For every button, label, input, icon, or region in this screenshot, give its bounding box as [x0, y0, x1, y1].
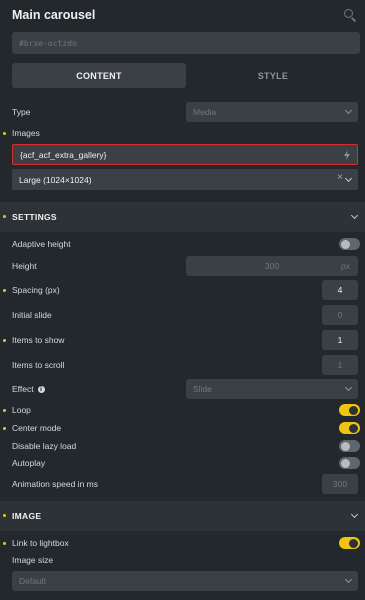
items-to-scroll-label: Items to scroll	[12, 360, 65, 370]
items-to-scroll-control: Items to scroll	[0, 355, 365, 375]
spacing-control: Spacing (px)	[0, 280, 365, 300]
type-value: Media	[193, 107, 217, 117]
loop-label: Loop	[12, 405, 31, 415]
height-input[interactable]: 300 px	[186, 256, 358, 276]
modified-indicator-dot	[3, 288, 6, 292]
adaptive-height-control: Adaptive height	[0, 236, 365, 252]
chevron-down-icon	[350, 211, 359, 220]
settings-section-header[interactable]: SETTINGS	[0, 202, 365, 232]
animation-speed-label: Animation speed in ms	[12, 479, 98, 489]
images-control: Images	[0, 125, 365, 141]
disable-lazy-load-control: Disable lazy load	[0, 438, 365, 454]
search-icon[interactable]	[343, 8, 357, 22]
effect-value: Slide	[193, 384, 212, 394]
spacing-label: Spacing (px)	[12, 285, 60, 295]
adaptive-height-toggle[interactable]	[339, 238, 360, 250]
image-size-label: Image size	[12, 555, 54, 565]
chevron-down-icon	[344, 383, 353, 392]
effect-select[interactable]: Slide	[186, 379, 358, 399]
link-to-lightbox-control: Link to lightbox	[0, 535, 365, 551]
center-mode-toggle[interactable]	[339, 422, 360, 434]
element-id-field[interactable]: #brxe-octzdo	[12, 32, 360, 54]
height-label: Height	[12, 261, 37, 271]
images-size-select[interactable]: Large (1024×1024) ×	[12, 169, 358, 190]
chevron-down-icon	[350, 510, 359, 519]
modified-indicator-dot	[3, 408, 6, 412]
builder-panel: Main carousel #brxe-octzdo CONTENT STYLE…	[0, 0, 365, 600]
initial-slide-control: Initial slide	[0, 305, 365, 325]
autoplay-control: Autoplay	[0, 455, 365, 471]
items-to-show-input[interactable]: 1	[322, 330, 358, 350]
modified-indicator-dot	[3, 514, 6, 517]
spacing-input[interactable]: 4	[322, 280, 358, 300]
images-size-value: Large (1024×1024)	[19, 174, 92, 185]
initial-slide-label: Initial slide	[12, 310, 52, 320]
panel-header: Main carousel	[0, 0, 365, 30]
initial-slide-input[interactable]: 0	[322, 305, 358, 325]
disable-lazy-load-label: Disable lazy load	[12, 441, 77, 451]
adaptive-height-label: Adaptive height	[12, 239, 71, 249]
animation-speed-control: Animation speed in ms	[0, 474, 365, 494]
items-to-show-label: Items to show	[12, 335, 65, 345]
disable-lazy-load-toggle[interactable]	[339, 440, 360, 452]
image-size-value: Default	[19, 576, 46, 586]
chevron-down-icon	[344, 174, 353, 182]
image-size-select[interactable]: Default	[12, 571, 358, 591]
height-value: 300	[264, 261, 280, 271]
effect-label: Effect	[12, 384, 34, 394]
images-dynamic-data-field[interactable]: {acf_acf_extra_gallery}	[12, 144, 358, 165]
loop-control: Loop	[0, 402, 365, 418]
modified-indicator-dot	[3, 131, 6, 135]
items-to-show-control: Items to show	[0, 330, 365, 350]
height-unit[interactable]: px	[341, 261, 350, 271]
images-dynamic-value: {acf_acf_extra_gallery}	[20, 149, 107, 160]
panel-tabs: CONTENT STYLE	[12, 63, 360, 88]
effect-label-wrap: Effect i	[12, 384, 45, 394]
type-select[interactable]: Media	[186, 102, 358, 122]
chevron-down-icon	[344, 106, 353, 115]
chevron-down-icon	[344, 575, 353, 584]
tab-style[interactable]: STYLE	[186, 63, 360, 88]
link-to-lightbox-label: Link to lightbox	[12, 538, 69, 548]
bolt-icon[interactable]	[343, 150, 351, 160]
loop-toggle[interactable]	[339, 404, 360, 416]
image-section-title: IMAGE	[12, 511, 42, 521]
clear-icon[interactable]: ×	[337, 172, 343, 183]
modified-indicator-dot	[3, 541, 6, 545]
items-to-scroll-input[interactable]: 1	[322, 355, 358, 375]
settings-section-title: SETTINGS	[12, 212, 57, 222]
images-label: Images	[12, 128, 40, 138]
type-label: Type	[12, 107, 31, 117]
image-section-header[interactable]: IMAGE	[0, 501, 365, 531]
modified-indicator-dot	[3, 426, 6, 430]
autoplay-label: Autoplay	[12, 458, 46, 468]
animation-speed-input[interactable]: 300	[322, 474, 358, 494]
element-title: Main carousel	[12, 8, 96, 22]
modified-indicator-dot	[3, 215, 6, 218]
autoplay-toggle[interactable]	[339, 457, 360, 469]
tab-content[interactable]: CONTENT	[12, 63, 186, 88]
image-size-control: Image size	[0, 553, 365, 567]
modified-indicator-dot	[3, 338, 6, 342]
info-icon[interactable]: i	[37, 386, 45, 393]
center-mode-control: Center mode	[0, 420, 365, 436]
center-mode-label: Center mode	[12, 423, 62, 433]
link-to-lightbox-toggle[interactable]	[339, 537, 360, 549]
